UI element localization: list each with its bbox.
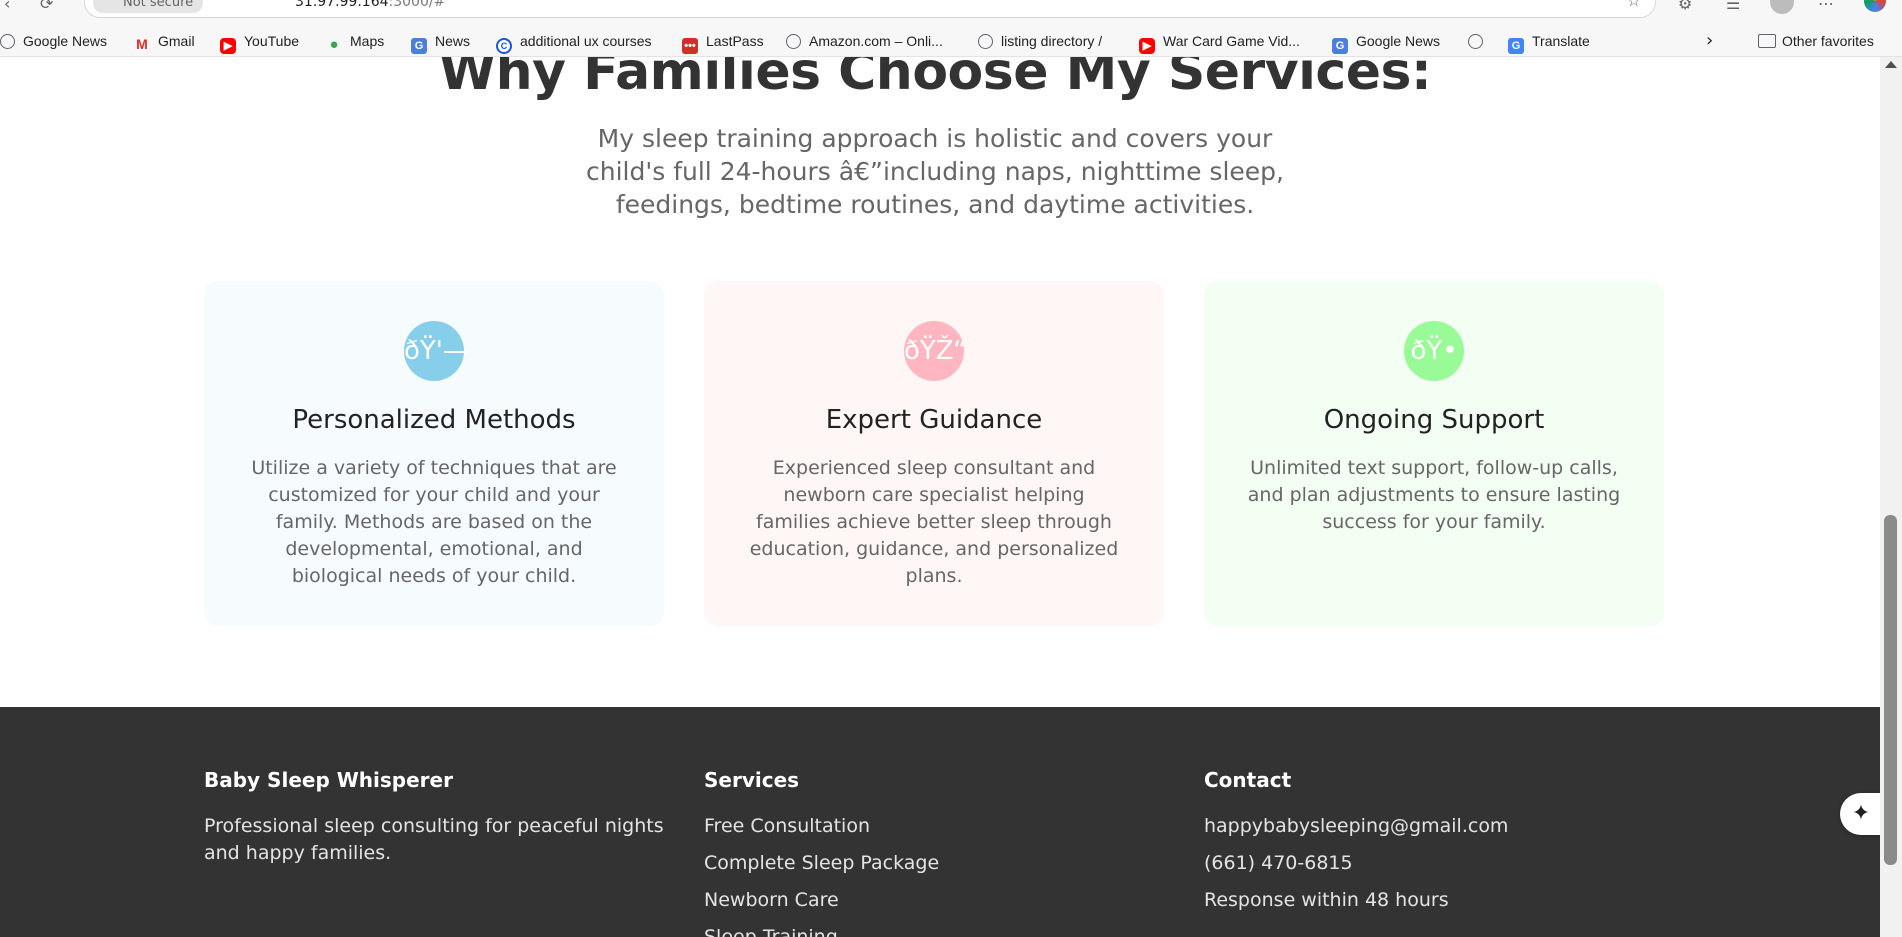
- bookmark-label: Gmail: [158, 33, 195, 49]
- bookmark-star-icon[interactable]: ☆: [1627, 0, 1641, 10]
- translate-icon: G: [1508, 38, 1524, 54]
- bookmark-translate[interactable]: G Translate: [1508, 32, 1590, 54]
- other-favorites[interactable]: Other favorites: [1758, 32, 1874, 50]
- bookmark-label: YouTube: [244, 33, 300, 49]
- globe-icon: [786, 34, 801, 49]
- bookmark-label: Google News: [23, 33, 108, 49]
- footer-services-column: Services Free Consultation Complete Slee…: [704, 767, 939, 937]
- folder-icon: [1758, 34, 1776, 48]
- footer-services-title: Services: [704, 768, 800, 792]
- footer-contact-email[interactable]: happybabysleeping@gmail.com: [1204, 813, 1508, 840]
- feature-title: Ongoing Support: [1323, 405, 1545, 435]
- clock-icon: ðŸ•: [1404, 321, 1464, 381]
- footer-link-sleep-training[interactable]: Sleep Training: [704, 924, 939, 937]
- scroll-thumb[interactable]: [1884, 515, 1897, 865]
- browser-toolbar: ‹ ⟳ Not secure 31.97.99.164:3000/# ☆ ⚙ ☰…: [0, 0, 1902, 26]
- footer-contact-phone[interactable]: (661) 470-6815: [1204, 850, 1508, 877]
- bookmark-google-news[interactable]: Google News: [0, 32, 107, 50]
- footer-contact-response-time: Response within 48 hours: [1204, 889, 1449, 911]
- page-content: Why Families Choose My Services: My slee…: [0, 57, 1880, 937]
- ux-course-icon: C: [496, 38, 512, 54]
- globe-icon: [0, 34, 15, 49]
- bookmark-label: News: [435, 33, 471, 49]
- google-news-icon: G: [1332, 38, 1348, 54]
- graduation-cap-icon: ðŸŽ“: [904, 321, 967, 381]
- feature-text: Utilize a variety of techniques that are…: [251, 457, 617, 587]
- bookmark-label: War Card Game Vid...: [1163, 33, 1300, 49]
- extensions-icon[interactable]: ⚙: [1678, 0, 1692, 13]
- browser-window: ‹ ⟳ Not secure 31.97.99.164:3000/# ☆ ⚙ ☰…: [0, 0, 1902, 937]
- google-news-icon: G: [411, 38, 427, 54]
- sparkle-icon[interactable]: ✦: [1840, 793, 1882, 835]
- back-icon[interactable]: ‹: [4, 0, 10, 13]
- bookmark-amazon[interactable]: Amazon.com – Onli...: [786, 32, 943, 50]
- heart-icon: ðŸ'—: [404, 321, 469, 381]
- bookmark-label: LastPass: [706, 33, 764, 49]
- bookmark-label: Translate: [1532, 33, 1590, 49]
- feature-text: Unlimited text support, follow-up calls,…: [1247, 457, 1621, 533]
- footer-link-complete-sleep-package[interactable]: Complete Sleep Package: [704, 850, 939, 877]
- footer-contact-column: Contact happybabysleeping@gmail.com (661…: [1204, 767, 1508, 914]
- section-heading: Why Families Choose My Services:: [438, 57, 1432, 102]
- page-scrollbar[interactable]: [1880, 57, 1902, 937]
- scroll-up-icon[interactable]: [1885, 61, 1897, 68]
- gmail-icon: M: [136, 36, 148, 52]
- bookmark-label: additional ux courses: [520, 33, 652, 49]
- favorites-list-icon[interactable]: ☰: [1726, 0, 1740, 13]
- feature-title: Personalized Methods: [292, 405, 576, 435]
- more-options-icon[interactable]: ⋯: [1818, 0, 1834, 13]
- lastpass-icon: •••: [682, 38, 698, 54]
- youtube-icon: ▶: [1139, 38, 1155, 54]
- bookmark-globe[interactable]: [1468, 32, 1491, 50]
- url-path: :3000/#: [388, 0, 446, 10]
- site-footer: Baby Sleep Whisperer Professional sleep …: [0, 707, 1880, 937]
- bookmark-war-card-game[interactable]: ▶ War Card Game Vid...: [1139, 32, 1300, 54]
- feature-card-personalized: ðŸ'— Personalized Methods Utilize a vari…: [204, 281, 664, 626]
- bookmark-maps[interactable]: ● Maps: [326, 32, 385, 53]
- bookmark-youtube[interactable]: ▶ YouTube: [220, 32, 300, 54]
- footer-brand-description: Professional sleep consulting for peacef…: [204, 815, 664, 864]
- bookmark-ux-courses[interactable]: Cadditional ux courses: [496, 32, 652, 54]
- bookmark-label: Google News: [1356, 33, 1441, 49]
- bookmark-label: Maps: [350, 33, 385, 49]
- bookmark-gmail[interactable]: M Gmail: [134, 32, 195, 52]
- other-favorites-label: Other favorites: [1782, 33, 1874, 49]
- bookmarks-bar: Google News M Gmail ▶ YouTube ● Maps G News …: [0, 26, 1902, 57]
- globe-icon: [978, 34, 993, 49]
- profile-avatar[interactable]: [1770, 0, 1794, 14]
- bookmark-listing-directory[interactable]: listing directory /: [978, 32, 1102, 50]
- address-bar[interactable]: Not secure 31.97.99.164:3000/# ☆: [84, 0, 1656, 18]
- bookmark-label: Amazon.com – Onli...: [809, 33, 943, 49]
- reload-icon[interactable]: ⟳: [40, 0, 53, 13]
- footer-brand-column: Baby Sleep Whisperer Professional sleep …: [204, 767, 664, 867]
- footer-link-free-consultation[interactable]: Free Consultation: [704, 813, 939, 840]
- url-host: 31.97.99.164: [295, 0, 389, 10]
- feature-card-support: ðŸ• Ongoing Support Unlimited text suppo…: [1204, 281, 1664, 626]
- footer-brand-title: Baby Sleep Whisperer: [204, 768, 453, 792]
- feature-text: Experienced sleep consultant and newborn…: [749, 457, 1119, 587]
- youtube-icon: ▶: [220, 38, 236, 54]
- url-text[interactable]: 31.97.99.164:3000/#: [295, 0, 445, 11]
- not-secure-badge[interactable]: Not secure: [93, 0, 204, 13]
- copilot-icon[interactable]: [1864, 0, 1886, 12]
- footer-contact-title: Contact: [1204, 768, 1292, 792]
- chevron-right-icon[interactable]: ›: [1706, 30, 1713, 51]
- section-subtitle: My sleep training approach is holistic a…: [586, 124, 1284, 219]
- bookmark-lastpass[interactable]: ••• LastPass: [682, 32, 764, 54]
- maps-icon: ●: [329, 36, 339, 53]
- bookmark-label: listing directory /: [1001, 33, 1103, 49]
- feature-card-expert: ðŸŽ“ Expert Guidance Experienced sleep c…: [704, 281, 1164, 626]
- feature-title: Expert Guidance: [825, 405, 1043, 435]
- bookmark-google-news-2[interactable]: G Google News: [1332, 32, 1441, 54]
- footer-link-newborn-care[interactable]: Newborn Care: [704, 887, 939, 914]
- globe-icon: [1468, 34, 1483, 49]
- bookmark-news[interactable]: G News: [411, 32, 471, 54]
